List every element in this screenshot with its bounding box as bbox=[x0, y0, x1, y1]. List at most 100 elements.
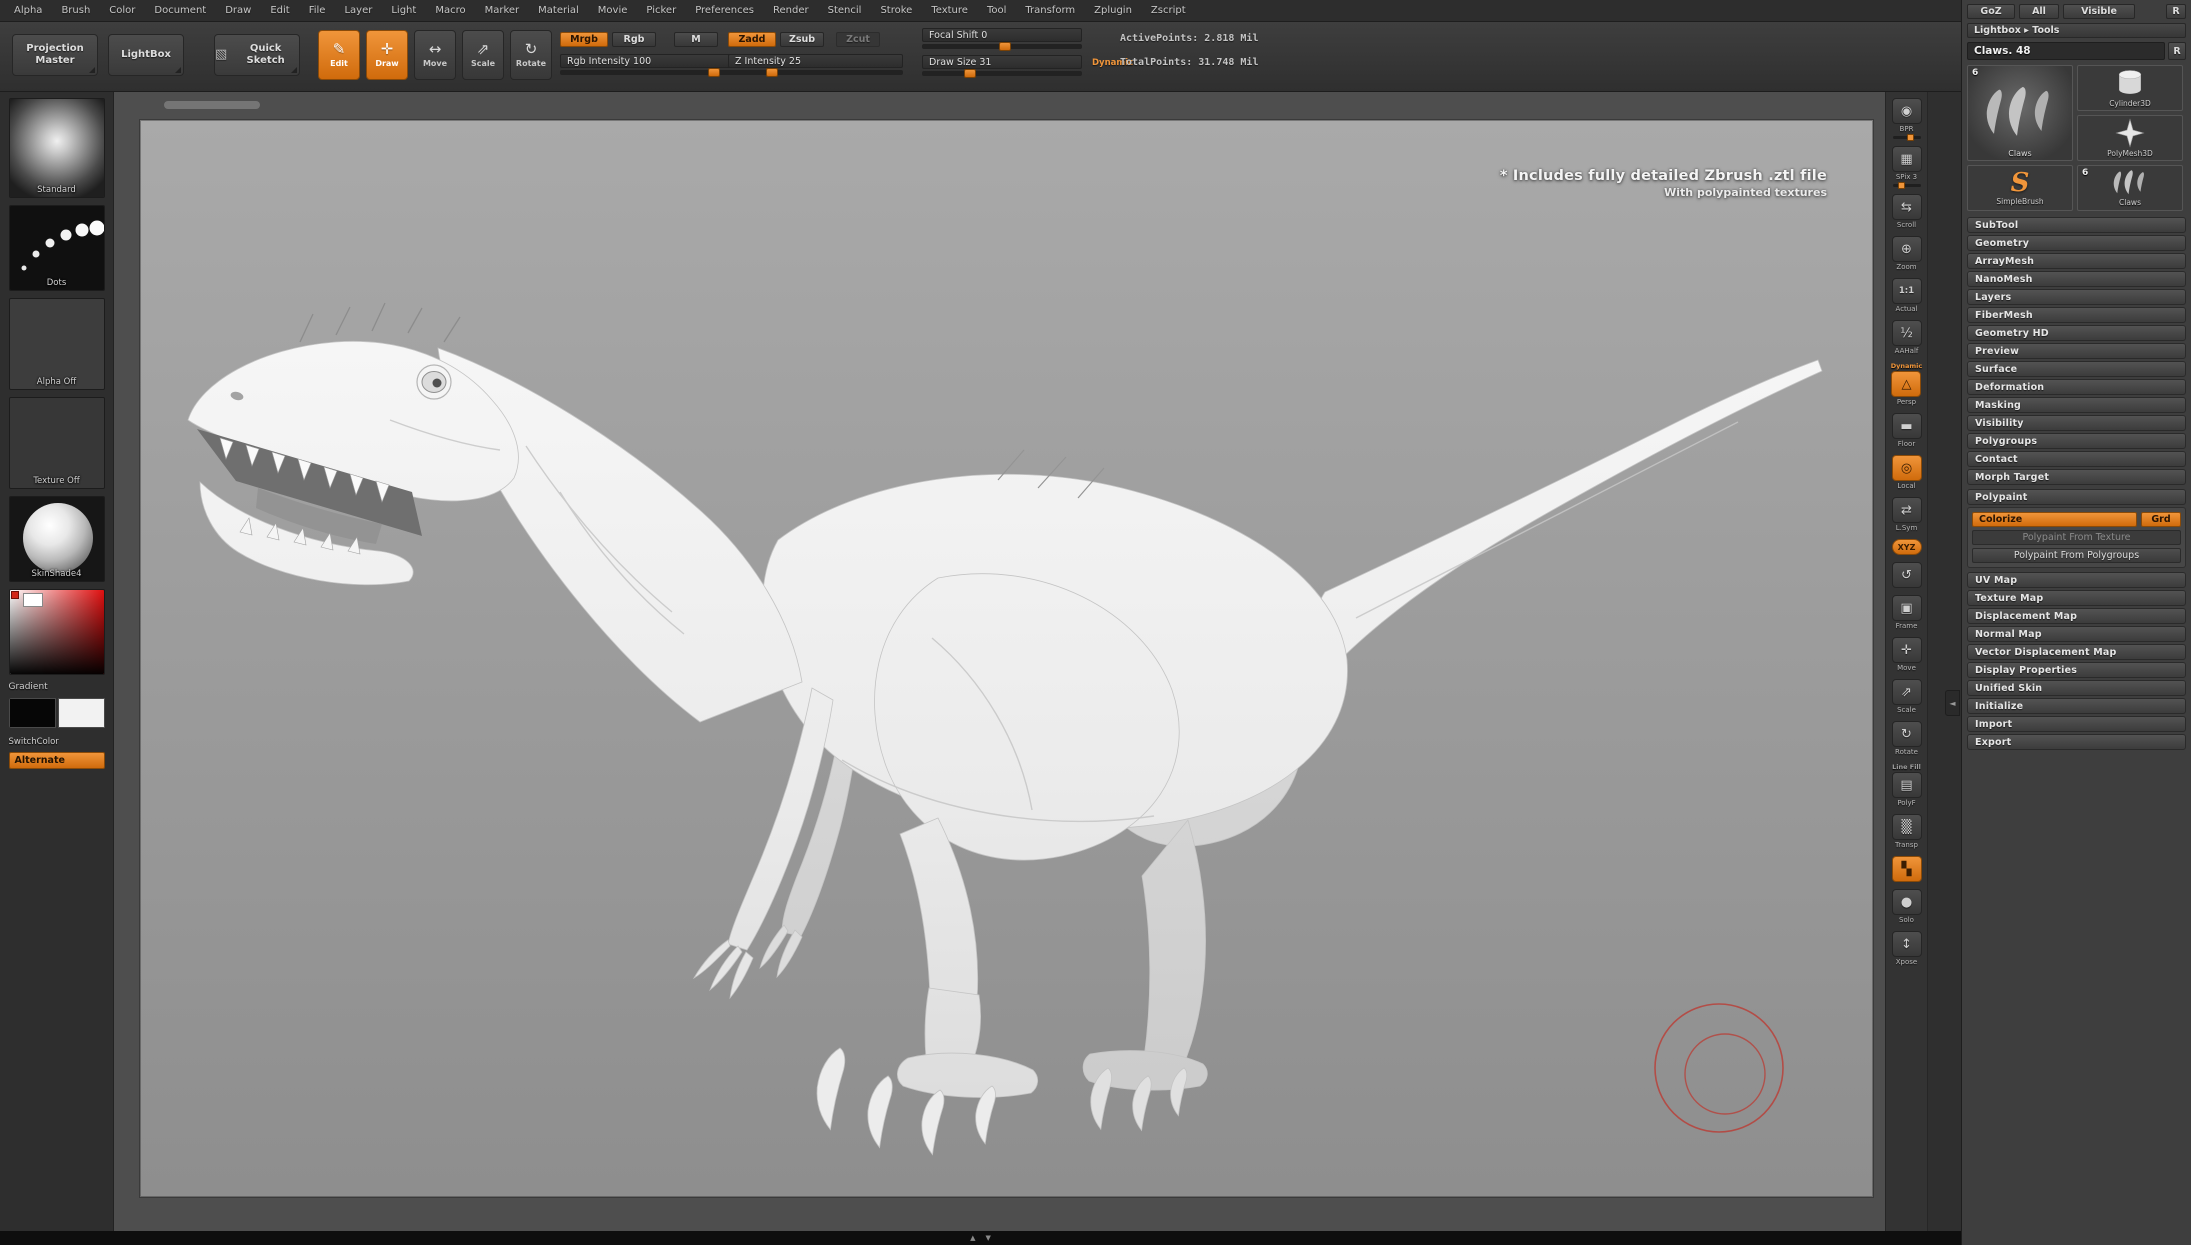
stroke-thumbnail[interactable]: Dots bbox=[9, 205, 105, 291]
menu-item-zscript[interactable]: Zscript bbox=[1151, 5, 1186, 16]
menu-item-layer[interactable]: Layer bbox=[344, 5, 372, 16]
mrgb-button[interactable]: Mrgb bbox=[560, 32, 608, 47]
menu-item-preferences[interactable]: Preferences bbox=[695, 5, 754, 16]
section-normal-map[interactable]: Normal Map bbox=[1967, 626, 2186, 642]
section-masking[interactable]: Masking bbox=[1967, 397, 2186, 413]
zadd-button[interactable]: Zadd bbox=[728, 32, 776, 47]
secondary-color-swatch[interactable] bbox=[58, 698, 105, 728]
z-intensity-handle[interactable] bbox=[766, 68, 778, 77]
section-unified-skin[interactable]: Unified Skin bbox=[1967, 680, 2186, 696]
brush-thumbnail[interactable]: Standard bbox=[9, 98, 105, 198]
lightbox-button[interactable]: LightBox bbox=[108, 34, 184, 76]
spix-slider[interactable] bbox=[1893, 184, 1921, 187]
frame-icon[interactable]: ▣ bbox=[1892, 595, 1922, 621]
visible-button[interactable]: Visible bbox=[2063, 4, 2135, 19]
quick-sketch-button[interactable]: ▧ Quick Sketch bbox=[214, 34, 300, 76]
section-layers[interactable]: Layers bbox=[1967, 289, 2186, 305]
alpha-thumbnail[interactable]: Alpha Off bbox=[9, 298, 105, 390]
section-export[interactable]: Export bbox=[1967, 734, 2186, 750]
bottom-scroll-up-icon[interactable]: ▲ bbox=[970, 1235, 975, 1242]
zsub-button[interactable]: Zsub bbox=[780, 32, 824, 47]
rgb-intensity-slider[interactable]: Rgb Intensity 100 bbox=[560, 54, 735, 75]
section-import[interactable]: Import bbox=[1967, 716, 2186, 732]
section-uv-map[interactable]: UV Map bbox=[1967, 572, 2186, 588]
all-button[interactable]: All bbox=[2019, 4, 2059, 19]
move-icon[interactable]: ✛ bbox=[1892, 637, 1922, 663]
rgb-button[interactable]: Rgb bbox=[612, 32, 656, 47]
grd-button[interactable]: Grd bbox=[2141, 512, 2181, 527]
section-polygroups[interactable]: Polygroups bbox=[1967, 433, 2186, 449]
lsym-icon[interactable]: ⇄ bbox=[1892, 497, 1922, 523]
menu-item-document[interactable]: Document bbox=[154, 5, 206, 16]
xyz-icon[interactable]: XYZ bbox=[1892, 539, 1922, 555]
menu-item-picker[interactable]: Picker bbox=[646, 5, 676, 16]
menu-item-stroke[interactable]: Stroke bbox=[880, 5, 912, 16]
tool-thumb-simplebrush[interactable]: S SimpleBrush bbox=[1967, 165, 2073, 211]
focal-shift-track[interactable] bbox=[922, 44, 1082, 49]
goz-button[interactable]: GoZ bbox=[1967, 4, 2015, 19]
section-texture-map[interactable]: Texture Map bbox=[1967, 590, 2186, 606]
bpr-icon[interactable]: ◉ bbox=[1892, 98, 1922, 124]
local-icon[interactable]: ◎ bbox=[1892, 455, 1922, 481]
tool-thumb-claws-small[interactable]: 6 Claws bbox=[2077, 165, 2183, 211]
menu-item-brush[interactable]: Brush bbox=[61, 5, 90, 16]
section-surface[interactable]: Surface bbox=[1967, 361, 2186, 377]
spix-icon[interactable]: ▦ bbox=[1892, 146, 1922, 172]
menu-item-draw[interactable]: Draw bbox=[225, 5, 251, 16]
section-geometry[interactable]: Geometry bbox=[1967, 235, 2186, 251]
bottom-scroll-down-icon[interactable]: ▼ bbox=[986, 1235, 991, 1242]
bpr-slider[interactable] bbox=[1893, 136, 1921, 139]
polypaint-from-polygroups-button[interactable]: Polypaint From Polygroups bbox=[1972, 548, 2181, 563]
section-initialize[interactable]: Initialize bbox=[1967, 698, 2186, 714]
menu-item-material[interactable]: Material bbox=[538, 5, 579, 16]
spix-slider-handle[interactable] bbox=[1898, 182, 1905, 189]
draw-size-track[interactable] bbox=[922, 71, 1082, 76]
menu-item-stencil[interactable]: Stencil bbox=[828, 5, 862, 16]
spin-icon[interactable]: ↺ bbox=[1892, 562, 1922, 588]
transp-icon[interactable]: ▒ bbox=[1892, 814, 1922, 840]
menu-item-marker[interactable]: Marker bbox=[485, 5, 520, 16]
actual-icon[interactable]: 1:1 bbox=[1892, 278, 1922, 304]
switchcolor-label[interactable]: SwitchColor bbox=[9, 737, 105, 747]
menu-item-zplugin[interactable]: Zplugin bbox=[1094, 5, 1132, 16]
menu-item-transform[interactable]: Transform bbox=[1025, 5, 1075, 16]
z-intensity-track[interactable] bbox=[728, 70, 903, 75]
current-tool-title[interactable]: Claws. 48 bbox=[1967, 42, 2165, 60]
rgb-intensity-track[interactable] bbox=[560, 70, 735, 75]
persp-icon[interactable]: △ bbox=[1891, 371, 1921, 397]
panel-collapse-arrow-icon[interactable]: ◄ bbox=[1945, 690, 1960, 716]
tool-thumb-cylinder3d[interactable]: Cylinder3D bbox=[2077, 65, 2183, 111]
section-visibility[interactable]: Visibility bbox=[1967, 415, 2186, 431]
section-arraymesh[interactable]: ArrayMesh bbox=[1967, 253, 2186, 269]
zoom-icon[interactable]: ⊕ bbox=[1892, 236, 1922, 262]
floor-icon[interactable]: ▬ bbox=[1892, 413, 1922, 439]
rotate-mode-button[interactable]: ↻Rotate bbox=[510, 30, 552, 80]
bpr-slider-handle[interactable] bbox=[1907, 134, 1914, 141]
section-display-properties[interactable]: Display Properties bbox=[1967, 662, 2186, 678]
alternate-button[interactable]: Alternate bbox=[9, 752, 105, 769]
gradient-toggle[interactable]: Gradient bbox=[9, 682, 105, 692]
move-mode-button[interactable]: ↔Move bbox=[414, 30, 456, 80]
polypaint-from-texture-button[interactable]: Polypaint From Texture bbox=[1972, 530, 2181, 545]
section-morph-target[interactable]: Morph Target bbox=[1967, 469, 2186, 485]
section-nanomesh[interactable]: NanoMesh bbox=[1967, 271, 2186, 287]
section-preview[interactable]: Preview bbox=[1967, 343, 2186, 359]
ghost-icon[interactable]: ▚ bbox=[1892, 856, 1922, 882]
section-contact[interactable]: Contact bbox=[1967, 451, 2186, 467]
document-viewport[interactable]: * Includes fully detailed Zbrush .ztl fi… bbox=[140, 120, 1873, 1197]
canvas-scrollbar[interactable] bbox=[164, 101, 260, 109]
menu-item-texture[interactable]: Texture bbox=[931, 5, 968, 16]
scroll-icon[interactable]: ⇆ bbox=[1892, 194, 1922, 220]
colorize-button[interactable]: Colorize bbox=[1972, 512, 2137, 527]
section-geometry-hd[interactable]: Geometry HD bbox=[1967, 325, 2186, 341]
section-subtool[interactable]: SubTool bbox=[1967, 217, 2186, 233]
draw-mode-button[interactable]: ✛Draw bbox=[366, 30, 408, 80]
draw-size-slider[interactable]: Draw Size 31 bbox=[922, 55, 1082, 76]
menu-item-file[interactable]: File bbox=[309, 5, 326, 16]
rgb-intensity-handle[interactable] bbox=[708, 68, 720, 77]
zcut-button[interactable]: Zcut bbox=[836, 32, 880, 47]
tool-r-button[interactable]: R bbox=[2168, 42, 2186, 60]
color-picker[interactable] bbox=[9, 589, 105, 675]
scale-mode-button[interactable]: ⇗Scale bbox=[462, 30, 504, 80]
texture-thumbnail[interactable]: Texture Off bbox=[9, 397, 105, 489]
